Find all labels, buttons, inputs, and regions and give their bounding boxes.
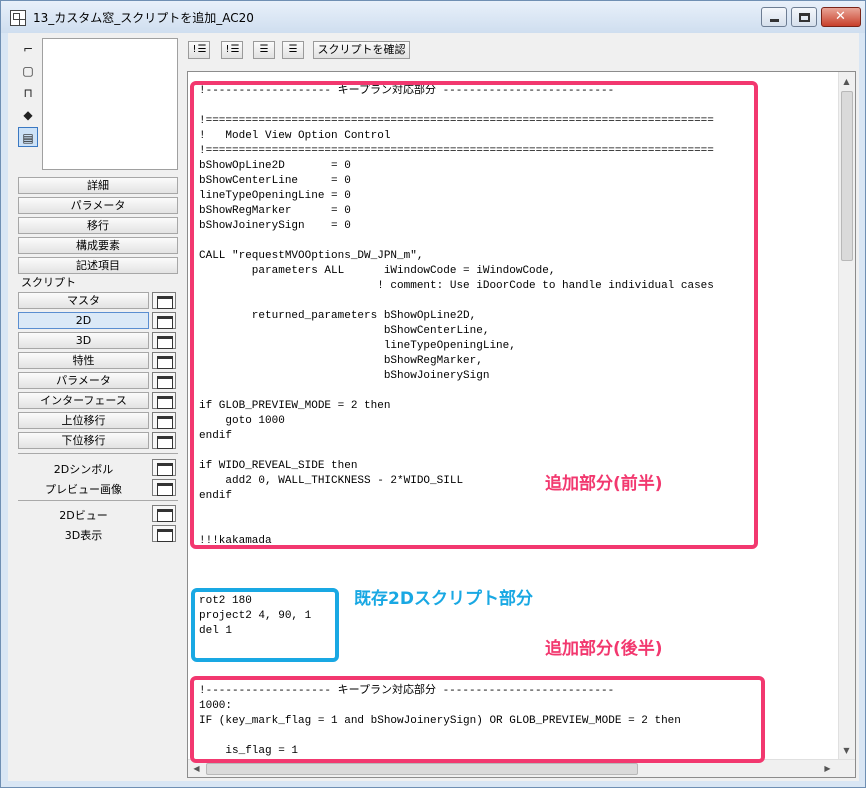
parameters-button[interactable]: パラメータ	[18, 197, 178, 214]
indent-button[interactable]: ☰	[253, 41, 275, 59]
script-backward-migration-button[interactable]: 下位移行	[18, 432, 149, 449]
3d-view-label[interactable]: 3D表示	[18, 527, 149, 543]
script-forward-migration-button[interactable]: 上位移行	[18, 412, 149, 429]
added-first-label: 追加部分(前半)	[545, 474, 663, 494]
open-window-icon[interactable]	[152, 412, 176, 429]
scroll-right-icon[interactable]: ▶	[820, 761, 835, 776]
details-button[interactable]: 詳細	[18, 177, 178, 194]
2d-view-label[interactable]: 2Dビュー	[18, 507, 149, 523]
added-second-highlight	[190, 676, 765, 763]
title-bar[interactable]: 13_カスタム窓_スクリプトを追加_AC20 ✕	[1, 1, 865, 33]
outdent-button[interactable]: ☰	[282, 41, 304, 59]
divider	[18, 500, 178, 501]
check-script-button[interactable]: スクリプトを確認	[313, 41, 410, 59]
scroll-left-icon[interactable]: ◀	[189, 761, 204, 776]
open-window-icon[interactable]	[152, 352, 176, 369]
added-second-label: 追加部分(後半)	[545, 639, 663, 659]
open-window-icon[interactable]	[152, 312, 176, 329]
app-icon	[10, 10, 26, 26]
2d-view-icon[interactable]: ⌐	[18, 39, 38, 59]
preview-box	[42, 38, 178, 170]
migration-button[interactable]: 移行	[18, 217, 178, 234]
open-window-icon[interactable]	[152, 505, 176, 522]
close-button[interactable]: ✕	[821, 7, 861, 27]
descriptors-button[interactable]: 記述項目	[18, 257, 178, 274]
scroll-up-icon[interactable]: ▲	[839, 74, 854, 89]
added-first-highlight	[190, 81, 758, 549]
components-button[interactable]: 構成要素	[18, 237, 178, 254]
open-window-icon[interactable]	[152, 432, 176, 449]
open-window-icon[interactable]	[152, 392, 176, 409]
existing-script-highlight	[191, 588, 339, 662]
code-line[interactable]	[199, 564, 839, 579]
comment-button[interactable]: !☰	[188, 41, 210, 59]
script-interface-button[interactable]: インターフェース	[18, 392, 149, 409]
window-title: 13_カスタム窓_スクリプトを追加_AC20	[33, 11, 254, 25]
script-master-button[interactable]: マスタ	[18, 292, 149, 309]
close-icon: ✕	[835, 9, 846, 24]
maximize-button[interactable]	[791, 7, 817, 27]
3d-model-icon[interactable]: ◆	[18, 105, 38, 125]
maximize-icon	[799, 13, 810, 22]
script-2d-button[interactable]: 2D	[18, 312, 149, 329]
script-parameters-button[interactable]: パラメータ	[18, 372, 149, 389]
script-section-header: スクリプト	[21, 276, 76, 289]
scroll-down-icon[interactable]: ▼	[839, 743, 854, 758]
gdl-editor-window: 13_カスタム窓_スクリプトを追加_AC20 ✕ ⌐ ▢ ⊓ ◆ ▤ 詳細 パラ…	[0, 0, 866, 788]
uncomment-button[interactable]: !☰	[221, 41, 243, 59]
open-window-icon[interactable]	[152, 332, 176, 349]
open-window-icon[interactable]	[152, 479, 176, 496]
vertical-scrollbar[interactable]: ▲ ▼	[838, 72, 855, 760]
script-3d-button[interactable]: 3D	[18, 332, 149, 349]
existing-script-label: 既存2Dスクリプト部分	[354, 589, 533, 609]
minimize-button[interactable]	[761, 7, 787, 27]
open-window-icon[interactable]	[152, 292, 176, 309]
open-window-icon[interactable]	[152, 525, 176, 542]
2d-symbol-label[interactable]: 2Dシンボル	[18, 461, 149, 477]
script-properties-button[interactable]: 特性	[18, 352, 149, 369]
code-line[interactable]	[199, 549, 839, 564]
editor-client-area: ⌐ ▢ ⊓ ◆ ▤ 詳細 パラメータ 移行 構成要素 記述項目 スクリプト マス…	[8, 33, 859, 781]
open-window-icon[interactable]	[152, 372, 176, 389]
section-icon[interactable]: ⊓	[18, 83, 38, 103]
open-window-icon[interactable]	[152, 459, 176, 476]
minimize-icon	[770, 19, 779, 22]
script-list-icon[interactable]: ▤	[18, 127, 38, 147]
vertical-scroll-thumb[interactable]	[841, 91, 853, 261]
divider	[18, 453, 178, 454]
preview-image-label[interactable]: プレビュー画像	[18, 481, 149, 497]
horizontal-scroll-thumb[interactable]	[206, 763, 638, 775]
3d-box-icon[interactable]: ▢	[18, 61, 38, 81]
